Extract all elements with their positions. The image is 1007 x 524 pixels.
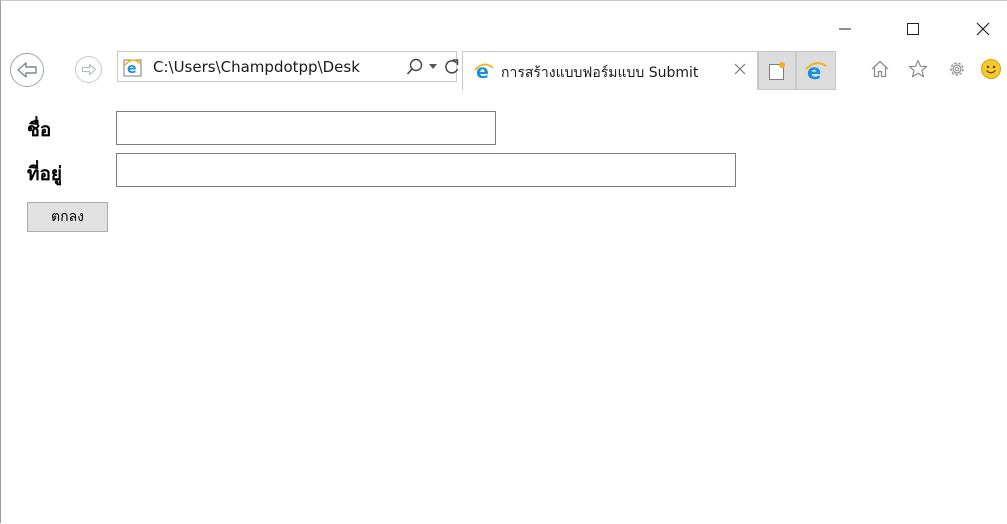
refresh-icon[interactable]: [443, 58, 461, 76]
minimize-icon: [839, 28, 851, 30]
gear-icon: [950, 62, 964, 76]
tab-active[interactable]: e การสร้างแบบฟอร์มแบบ Submit: [462, 51, 758, 90]
page-content: ชื่อ ที่อยู่ ตกลง: [1, 97, 1007, 524]
open-edge-button[interactable]: e: [796, 51, 836, 90]
ie-logo-icon: e: [123, 59, 142, 77]
name-label: ชื่อ: [27, 119, 52, 141]
feedback-button[interactable]: [979, 57, 1003, 81]
back-button[interactable]: [10, 53, 44, 87]
home-icon: [871, 60, 889, 78]
maximize-button[interactable]: [893, 15, 933, 43]
ie-logo-icon: e: [474, 61, 494, 81]
browser-window: e C:\Users\Champdotpp\Desk e การสร้างแบบ…: [0, 0, 1007, 523]
back-arrow-icon: [17, 62, 37, 78]
svg-text:e: e: [127, 61, 137, 77]
minimize-button[interactable]: [825, 15, 865, 43]
submit-button[interactable]: ตกลง: [27, 202, 108, 232]
maximize-icon: [907, 23, 919, 35]
tab-close-icon[interactable]: [734, 63, 746, 75]
dropdown-icon[interactable]: [428, 63, 438, 71]
address-url: C:\Users\Champdotpp\Desk: [153, 58, 360, 76]
address-bar[interactable]: e C:\Users\Champdotpp\Desk: [117, 51, 459, 82]
settings-button[interactable]: [945, 57, 969, 81]
new-tab-icon: [769, 61, 785, 80]
tab-title: การสร้างแบบฟอร์มแบบ Submit: [501, 65, 699, 81]
search-icon[interactable]: [406, 58, 424, 76]
address-input[interactable]: [116, 153, 736, 187]
close-icon: [976, 22, 990, 36]
edge-logo-icon: e: [805, 60, 827, 82]
star-icon: [908, 59, 928, 78]
smiley-icon: [981, 59, 1001, 79]
name-input[interactable]: [116, 111, 496, 145]
forward-button[interactable]: [75, 56, 102, 83]
close-window-button[interactable]: [963, 15, 1003, 43]
favorites-button[interactable]: [906, 57, 930, 81]
forward-arrow-icon: [81, 63, 96, 76]
new-tab-button[interactable]: [758, 51, 796, 90]
address-label: ที่อยู่: [27, 163, 63, 185]
home-button[interactable]: [868, 57, 892, 81]
